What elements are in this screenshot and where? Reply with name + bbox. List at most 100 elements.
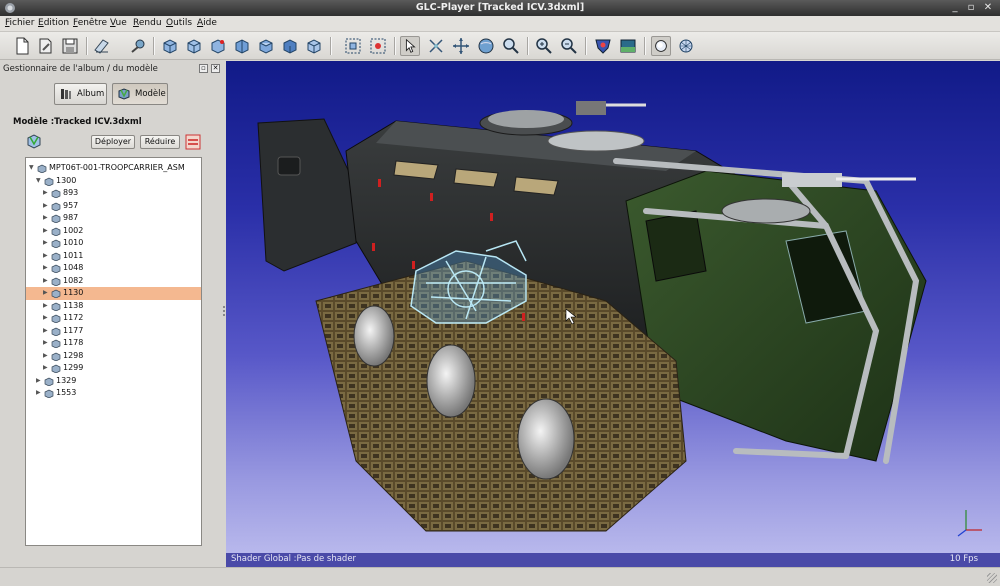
view-left-icon[interactable]: [208, 36, 228, 56]
menu-fenêtre[interactable]: Fenêtre: [73, 18, 107, 28]
viewport-status-bar: Shader Global :Pas de shader 10 Fps: [226, 553, 1000, 567]
tree-node[interactable]: ▶ 1010: [26, 237, 201, 250]
3d-viewport[interactable]: [226, 61, 1000, 553]
expand-arrow-icon[interactable]: ▶: [43, 337, 50, 350]
tree-sync-icon[interactable]: [185, 134, 201, 150]
collapse-arrow-icon[interactable]: ▼: [36, 175, 43, 188]
tree-node[interactable]: ▶ 1298: [26, 350, 201, 363]
wireframe-icon[interactable]: [676, 36, 696, 56]
tree-node[interactable]: ▶ 1130: [26, 287, 201, 300]
model-mode-button[interactable]: Modèle: [112, 83, 168, 105]
maximize-button[interactable]: ▫: [964, 1, 978, 15]
panel-close-button[interactable]: ✕: [211, 64, 220, 73]
minimize-button[interactable]: _: [948, 1, 962, 15]
expand-arrow-icon[interactable]: ▶: [43, 362, 50, 375]
expand-arrow-icon[interactable]: ▶: [43, 237, 50, 250]
assembly-node-icon: [51, 327, 61, 336]
expand-tree-button[interactable]: Déployer: [91, 135, 135, 149]
background-icon[interactable]: [618, 36, 638, 56]
shader-icon[interactable]: [593, 36, 613, 56]
expand-arrow-icon[interactable]: ▶: [43, 312, 50, 325]
expand-arrow-icon[interactable]: ▶: [43, 300, 50, 313]
bounding-box-icon[interactable]: [343, 36, 363, 56]
expand-arrow-icon[interactable]: ▶: [43, 200, 50, 213]
expand-arrow-icon[interactable]: ▶: [43, 275, 50, 288]
zoom-region-icon[interactable]: [501, 36, 521, 56]
tree-node[interactable]: ▶ 957: [26, 200, 201, 213]
zoom-in-icon[interactable]: [534, 36, 554, 56]
open-file-icon[interactable]: [36, 36, 56, 56]
tree-node[interactable]: ▶ 893: [26, 187, 201, 200]
expand-arrow-icon[interactable]: ▶: [43, 287, 50, 300]
menu-vue[interactable]: Vue: [110, 18, 127, 28]
save-icon[interactable]: [60, 36, 80, 56]
tree-node[interactable]: ▶ 1172: [26, 312, 201, 325]
view-back-icon[interactable]: [184, 36, 204, 56]
tree-node-label: 1048: [63, 263, 84, 272]
tree-node[interactable]: ▼ MPT06T-001-TROOPCARRIER_ASM: [26, 162, 201, 175]
tree-node[interactable]: ▶ 1553: [26, 387, 201, 400]
expand-arrow-icon[interactable]: ▶: [43, 225, 50, 238]
tree-node[interactable]: ▶ 1002: [26, 225, 201, 238]
view-right-icon[interactable]: [232, 36, 252, 56]
window-status-bar: [0, 567, 1000, 586]
album-mode-button[interactable]: Album: [54, 83, 107, 105]
tree-node[interactable]: ▶ 1082: [26, 275, 201, 288]
assembly-node-icon: [44, 377, 54, 386]
view-front-icon[interactable]: [160, 36, 180, 56]
expand-arrow-icon[interactable]: ▶: [43, 212, 50, 225]
expand-arrow-icon[interactable]: ▶: [43, 187, 50, 200]
menu-aide[interactable]: Aide: [197, 18, 217, 28]
view-iso-icon[interactable]: [304, 36, 324, 56]
tree-node[interactable]: ▶ 1011: [26, 250, 201, 263]
toolbar-separator: [527, 37, 528, 55]
menu-fichier[interactable]: Fichier: [5, 18, 34, 28]
close-window-button[interactable]: ✕: [981, 1, 995, 15]
tree-node-label: 1002: [63, 225, 84, 235]
toolbar-separator: [394, 37, 395, 55]
tree-node[interactable]: ▶ 1048: [26, 262, 201, 275]
snapshot-icon[interactable]: [128, 36, 148, 56]
tree-node[interactable]: ▶ 1178: [26, 337, 201, 350]
resize-grip[interactable]: [987, 573, 997, 583]
menu-rendu[interactable]: Rendu: [133, 18, 162, 28]
view-bottom-icon[interactable]: [280, 36, 300, 56]
expand-arrow-icon[interactable]: ▶: [43, 325, 50, 338]
model-tree[interactable]: ▼ MPT06T-001-TROOPCARRIER_ASM ▼ 1300 ▶ 893 ▶ 95…: [25, 157, 202, 546]
assembly-node-icon: [51, 252, 61, 261]
expand-arrow-icon[interactable]: ▶: [43, 250, 50, 263]
expand-arrow-icon[interactable]: ▶: [36, 387, 43, 400]
toolbar-separator: [585, 37, 586, 55]
view-top-icon[interactable]: [256, 36, 276, 56]
fit-selection-icon[interactable]: [368, 36, 388, 56]
expand-arrow-icon[interactable]: ▶: [36, 375, 43, 388]
tree-node[interactable]: ▶ 1177: [26, 325, 201, 338]
rotate-icon[interactable]: [476, 36, 496, 56]
tree-node[interactable]: ▶ 987: [26, 212, 201, 225]
panel-float-button[interactable]: ▫: [199, 64, 208, 73]
menu-outils[interactable]: Outils: [166, 18, 192, 28]
open-album-icon[interactable]: [92, 36, 112, 56]
tree-node-label: 893: [63, 188, 79, 197]
assembly-node-icon: [51, 339, 61, 348]
tree-node[interactable]: ▶ 1329: [26, 375, 201, 388]
assembly-node-icon: [51, 277, 61, 286]
collapse-arrow-icon[interactable]: ▼: [29, 162, 36, 175]
model-properties-icon[interactable]: [26, 133, 42, 149]
new-document-icon[interactable]: [12, 36, 32, 56]
pan-icon[interactable]: [426, 36, 446, 56]
menu-edition[interactable]: Edition: [38, 18, 69, 28]
zoom-out-icon[interactable]: [559, 36, 579, 56]
tree-node[interactable]: ▼ 1300: [26, 175, 201, 188]
select-pointer-icon[interactable]: [400, 36, 420, 56]
move-icon[interactable]: [451, 36, 471, 56]
tree-node-label: 1299: [63, 363, 84, 372]
tree-node-label: 1130: [63, 288, 84, 297]
tree-node[interactable]: ▶ 1138: [26, 300, 201, 313]
expand-arrow-icon[interactable]: ▶: [43, 350, 50, 363]
axis-triad-icon: [957, 510, 982, 537]
collapse-tree-button[interactable]: Réduire: [140, 135, 180, 149]
expand-arrow-icon[interactable]: ▶: [43, 262, 50, 275]
shading-icon[interactable]: [651, 36, 671, 56]
tree-node[interactable]: ▶ 1299: [26, 362, 201, 375]
